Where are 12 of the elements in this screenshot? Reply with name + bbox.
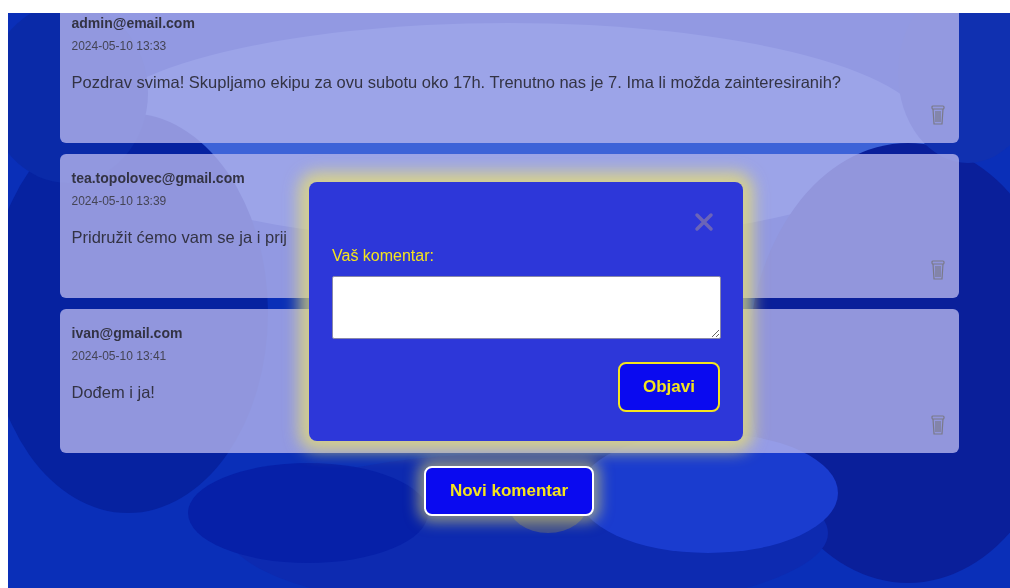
new-comment-button[interactable]: Novi komentar [424,466,594,516]
comment-author: ivan@gmail.com [71,324,183,343]
comment-author: admin@email.com [71,14,195,33]
publish-button[interactable]: Objavi [618,362,720,412]
comment-label: Vaš komentar: [332,246,435,266]
comment-text: Pozdrav svima! Skupljamo ekipu za ovu subotu oko 17h. Trenutno nas je 7. Ima li možda zainteresiranih? [71,72,841,93]
comment-time: 2024-05-10 13:39 [71,193,167,210]
comment-author: tea.topolovec@gmail.com [71,169,245,188]
comment-text: Dođem i ja! [71,382,155,403]
comment-time: 2024-05-10 13:41 [71,348,167,365]
comment-text: Pridružit ćemo vam se ja i prij [71,227,287,248]
comment-time: 2024-05-10 13:33 [71,38,167,55]
